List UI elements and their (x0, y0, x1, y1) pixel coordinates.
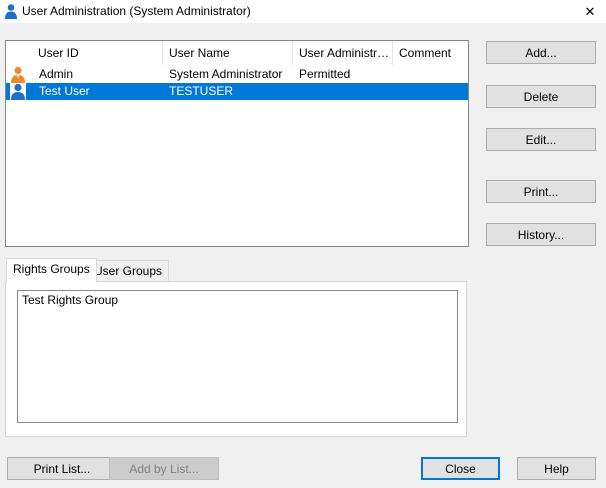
cell-comment (393, 83, 468, 100)
user-blue-icon (10, 83, 26, 100)
column-header-comment[interactable]: Comment (393, 41, 468, 65)
user-orange-icon (11, 66, 25, 83)
user-row[interactable]: Admin System Administrator Permitted (6, 66, 468, 83)
cell-user-id: Test User (39, 84, 90, 98)
edit-button[interactable]: Edit... (486, 128, 596, 151)
cell-user-name: TESTUSER (169, 84, 234, 98)
user-icon (5, 4, 17, 19)
user-row-selected[interactable]: Test User TESTUSER (6, 83, 468, 100)
close-button[interactable]: Close (421, 457, 500, 480)
history-button[interactable]: History... (486, 223, 596, 246)
cell-user-administration: Permitted (299, 67, 351, 81)
add-by-list-button[interactable]: Add by List... (109, 457, 219, 480)
cell-user-name: System Administrator (169, 67, 283, 81)
column-header-user-administration[interactable]: User Administrati... (293, 41, 393, 65)
window-title: User Administration (System Administrato… (22, 4, 251, 18)
rights-groups-list[interactable]: Test Rights Group (17, 290, 458, 423)
cell-comment (393, 66, 468, 83)
cell-user-administration (293, 83, 393, 100)
tab-rights-groups[interactable]: Rights Groups (6, 258, 97, 282)
list-item[interactable]: Test Rights Group (22, 293, 118, 307)
help-button[interactable]: Help (517, 457, 596, 480)
title-bar: User Administration (System Administrato… (0, 0, 606, 23)
delete-button[interactable]: Delete (486, 85, 596, 108)
close-window-button[interactable]: ✕ (574, 0, 606, 23)
print-button[interactable]: Print... (486, 180, 596, 203)
close-icon: ✕ (584, 3, 596, 19)
add-button[interactable]: Add... (486, 41, 596, 64)
tab-user-groups[interactable]: User Groups (87, 260, 170, 282)
user-list-header: User ID User Name User Administrati... C… (6, 41, 468, 65)
column-header-user-id[interactable]: User ID (32, 41, 163, 65)
cell-user-id: Admin (39, 67, 74, 81)
user-list[interactable]: User ID User Name User Administrati... C… (5, 40, 469, 247)
column-header-user-name[interactable]: User Name (163, 41, 293, 65)
rights-groups-panel: Test Rights Group (5, 281, 467, 437)
print-list-button[interactable]: Print List... (7, 457, 117, 480)
